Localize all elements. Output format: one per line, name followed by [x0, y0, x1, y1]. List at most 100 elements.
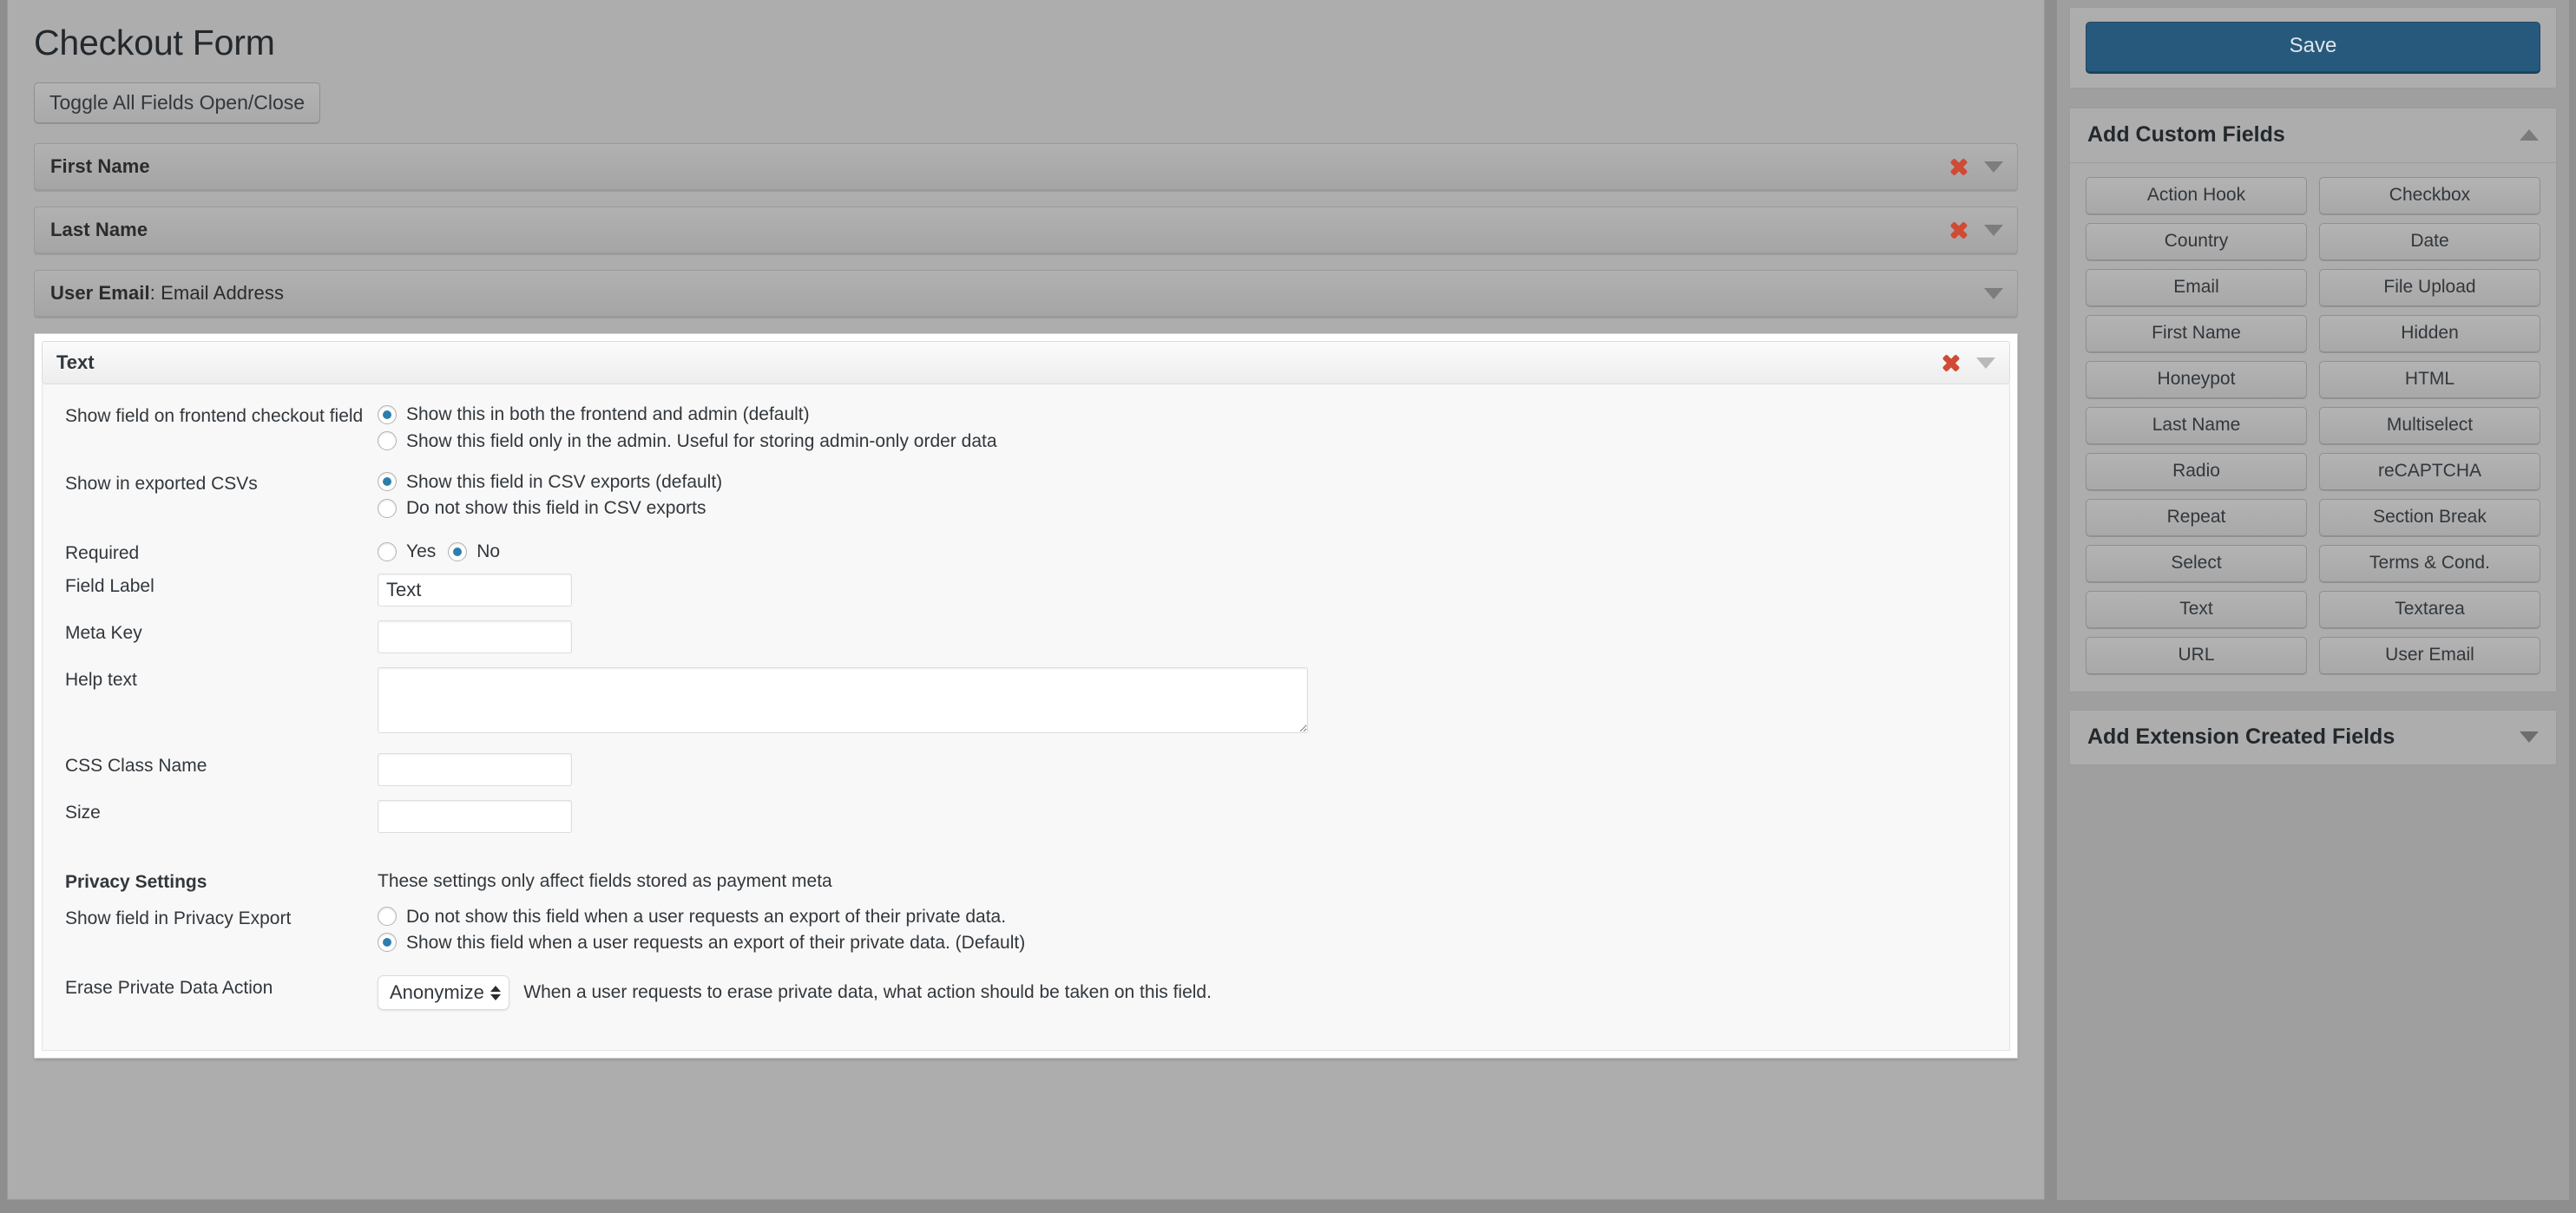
chevron-down-icon[interactable]	[1984, 224, 2003, 236]
chip-hidden[interactable]: Hidden	[2319, 315, 2540, 352]
field-row-first-name[interactable]: First Name	[34, 143, 2018, 191]
field-row-title-text: First Name	[50, 155, 150, 178]
chevron-up-icon[interactable]	[2520, 129, 2539, 141]
chevron-down-icon[interactable]	[1984, 287, 2003, 299]
setting-label: Erase Private Data Action	[65, 978, 273, 999]
erase-action-selected-value: Anonymize	[390, 981, 484, 1004]
add-extension-created-fields-header[interactable]: Add Extension Created Fields	[2070, 711, 2556, 764]
setting-label: Size	[65, 803, 101, 823]
size-input[interactable]	[378, 800, 572, 834]
delete-field-icon[interactable]	[1942, 353, 1961, 372]
field-row-user-email[interactable]: User Email: Email Address	[34, 270, 2018, 318]
radio-button[interactable]	[378, 431, 397, 451]
radio-button[interactable]	[448, 541, 468, 561]
field-row-actions	[1949, 207, 2007, 252]
field-row-last-name[interactable]: Last Name	[34, 207, 2018, 254]
chip-checkbox[interactable]: Checkbox	[2319, 177, 2540, 214]
setting-privacy-export: Show field in Privacy Export Do not show…	[43, 906, 2009, 958]
open-field-header[interactable]: Text	[42, 341, 2010, 385]
save-box: Save	[2069, 7, 2557, 89]
field-row-title: First Name	[35, 155, 150, 178]
radio-button[interactable]	[378, 405, 397, 425]
setting-css-class: CSS Class Name	[43, 753, 2009, 787]
privacy-settings-heading-row: Privacy Settings These settings only aff…	[43, 869, 2009, 894]
chip-terms-cond[interactable]: Terms & Cond.	[2319, 545, 2540, 582]
setting-label: CSS Class Name	[65, 756, 207, 777]
add-custom-fields-title: Add Custom Fields	[2087, 122, 2285, 147]
field-row-title: User Email: Email Address	[35, 282, 284, 305]
chip-radio[interactable]: Radio	[2086, 453, 2307, 490]
custom-field-chip-grid: Action Hook Checkbox Country Date Email …	[2070, 163, 2556, 692]
chip-honeypot[interactable]: Honeypot	[2086, 361, 2307, 398]
field-row-actions	[1949, 144, 2007, 189]
radio-required-yes[interactable]: Yes	[378, 541, 436, 562]
radio-csv-hide[interactable]: Do not show this field in CSV exports	[378, 497, 2009, 519]
setting-help-text: Help text	[43, 667, 2009, 738]
erase-action-select[interactable]: Anonymize	[378, 975, 509, 1011]
radio-label[interactable]: Show this field only in the admin. Usefu…	[406, 430, 997, 452]
field-label-input[interactable]	[378, 574, 572, 607]
chip-repeat[interactable]: Repeat	[2086, 499, 2307, 536]
chip-recaptcha[interactable]: reCAPTCHA	[2319, 453, 2540, 490]
radio-label[interactable]: No	[476, 541, 500, 562]
radio-button[interactable]	[378, 472, 397, 492]
setting-control	[378, 753, 2009, 787]
meta-key-input[interactable]	[378, 620, 572, 654]
css-class-name-input[interactable]	[378, 753, 572, 787]
chip-first-name[interactable]: First Name	[2086, 315, 2307, 352]
chip-action-hook[interactable]: Action Hook	[2086, 177, 2307, 214]
radio-privacy-export-show[interactable]: Show this field when a user requests an …	[378, 932, 2009, 954]
chevron-down-icon[interactable]	[1976, 357, 1995, 369]
help-text-textarea[interactable]	[378, 667, 1308, 734]
radio-button[interactable]	[378, 498, 397, 518]
delete-field-icon[interactable]	[1949, 220, 1968, 239]
setting-label: Show field on frontend checkout field	[65, 406, 364, 427]
chip-multiselect[interactable]: Multiselect	[2319, 407, 2540, 444]
setting-field-label: Field Label	[43, 574, 2009, 607]
radio-label[interactable]: Do not show this field when a user reque…	[406, 906, 1006, 928]
chip-textarea[interactable]: Textarea	[2319, 591, 2540, 628]
radio-button[interactable]	[378, 933, 397, 953]
radio-label[interactable]: Show this in both the frontend and admin…	[406, 403, 810, 425]
radio-label[interactable]: Yes	[406, 541, 436, 562]
setting-control	[378, 800, 2009, 834]
chip-file-upload[interactable]: File Upload	[2319, 269, 2540, 306]
field-row-title-text: Last Name	[50, 219, 148, 241]
chip-url[interactable]: URL	[2086, 637, 2307, 674]
delete-field-icon[interactable]	[1949, 157, 1968, 176]
open-field-panel-text: Text Show field on frontend checkout fie…	[34, 333, 2018, 1059]
radio-csv-show[interactable]: Show this field in CSV exports (default)	[378, 471, 2009, 493]
toggle-all-fields-button[interactable]: Toggle All Fields Open/Close	[34, 82, 321, 124]
add-custom-fields-header[interactable]: Add Custom Fields	[2070, 108, 2556, 163]
setting-size: Size	[43, 800, 2009, 834]
radio-frontend-admin-only[interactable]: Show this field only in the admin. Usefu…	[378, 430, 2009, 452]
radio-button[interactable]	[378, 907, 397, 927]
chip-section-break[interactable]: Section Break	[2319, 499, 2540, 536]
privacy-settings-note: These settings only affect fields stored…	[378, 871, 832, 892]
setting-required: Required Yes No	[43, 541, 2009, 565]
chip-country[interactable]: Country	[2086, 223, 2307, 260]
radio-privacy-export-hide[interactable]: Do not show this field when a user reque…	[378, 906, 2009, 928]
setting-control: Anonymize When a user requests to erase …	[378, 975, 2009, 1011]
chip-text[interactable]: Text	[2086, 591, 2307, 628]
chip-user-email[interactable]: User Email	[2319, 637, 2540, 674]
chip-email[interactable]: Email	[2086, 269, 2307, 306]
chip-last-name[interactable]: Last Name	[2086, 407, 2307, 444]
chip-select[interactable]: Select	[2086, 545, 2307, 582]
save-button[interactable]: Save	[2086, 22, 2540, 72]
radio-label[interactable]: Do not show this field in CSV exports	[406, 497, 706, 519]
chevron-down-icon[interactable]	[1984, 161, 2003, 173]
app-root: Checkout Form Toggle All Fields Open/Clo…	[0, 0, 2576, 1213]
radio-label[interactable]: Show this field in CSV exports (default)	[406, 471, 722, 493]
chip-date[interactable]: Date	[2319, 223, 2540, 260]
radio-frontend-both[interactable]: Show this in both the frontend and admin…	[378, 403, 2009, 425]
collapsed-field-list: First Name Last Name User Email: Email A…	[30, 143, 2021, 318]
radio-button[interactable]	[378, 541, 397, 561]
privacy-settings-heading: Privacy Settings	[65, 872, 207, 893]
chip-html[interactable]: HTML	[2319, 361, 2540, 398]
field-row-title: Last Name	[35, 219, 148, 241]
chevron-down-icon[interactable]	[2520, 731, 2539, 743]
radio-label[interactable]: Show this field when a user requests an …	[406, 932, 1025, 954]
radio-required-no[interactable]: No	[448, 541, 500, 562]
add-extension-created-fields-panel: Add Extension Created Fields	[2069, 710, 2557, 765]
